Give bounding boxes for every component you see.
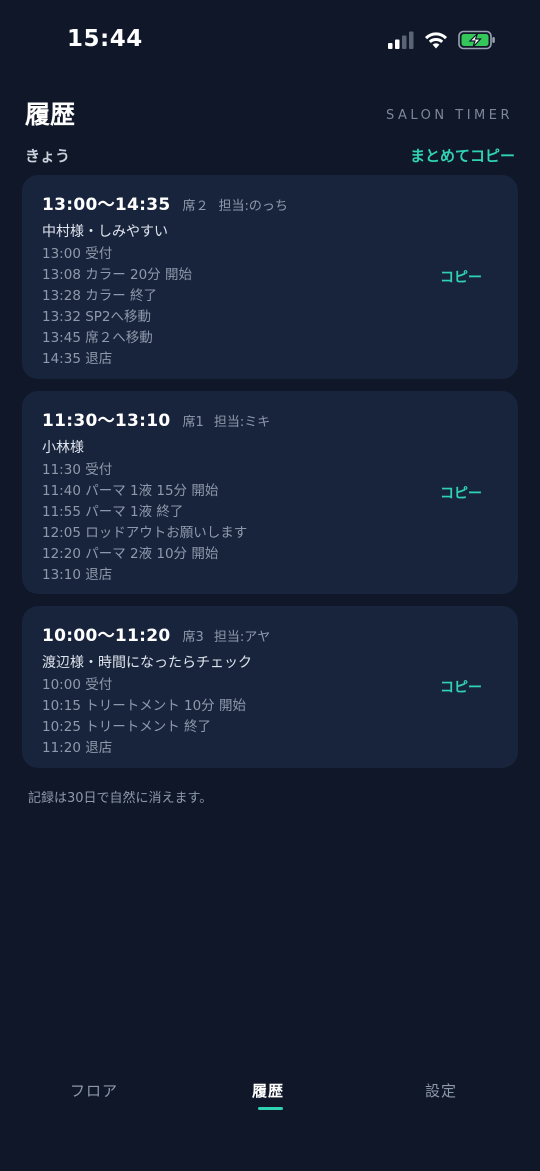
- tab-settings[interactable]: 設定: [425, 1080, 457, 1101]
- log-line: 11:55 パーマ 1液 終了: [42, 504, 184, 520]
- log-line: 11:20 退店: [42, 740, 113, 756]
- status-time: 15:44: [67, 26, 143, 52]
- log-line: 13:10 退店: [42, 567, 113, 583]
- card-log: 11:30 受付 11:40 パーマ 1液 15分 開始 11:55 パーマ 1…: [42, 460, 498, 586]
- log-line: 11:30 受付: [42, 462, 113, 478]
- tab-history[interactable]: 履歴: [252, 1080, 284, 1101]
- status-bar: 15:44: [0, 0, 540, 80]
- card-staff: 担当:ミキ: [213, 415, 271, 430]
- card-header: 10:00〜11:20 席3 担当:アヤ: [42, 621, 498, 646]
- card-staff: 担当:アヤ: [213, 630, 271, 645]
- copy-all-button[interactable]: まとめてコピー: [410, 145, 515, 166]
- bottom-tab-bar: フロア 履歴 設定: [0, 1070, 540, 1130]
- log-line: 13:00 受付: [42, 246, 113, 262]
- wifi-icon: [425, 32, 447, 49]
- card-copy-button[interactable]: コピー: [440, 483, 482, 503]
- card-copy-button[interactable]: コピー: [440, 677, 482, 697]
- log-line: 13:08 カラー 20分 開始: [42, 267, 192, 283]
- log-line: 10:00 受付: [42, 677, 113, 693]
- card-customer: 小林様: [42, 440, 84, 456]
- card-header: 13:00〜14:35 席２ 担当:のっち: [42, 190, 498, 215]
- log-line: 13:45 席２へ移動: [42, 330, 153, 346]
- history-card: 11:30〜13:10 席1 担当:ミキ 小林様 11:30 受付 11:40 …: [22, 391, 518, 594]
- battery-charging-icon: [458, 30, 495, 50]
- card-staff: 担当:のっち: [218, 199, 288, 214]
- status-icons: [388, 28, 496, 52]
- card-seat: 席1: [182, 415, 204, 430]
- card-customer: 渡辺様・時間になったらチェック: [42, 655, 252, 671]
- log-line: 12:20 パーマ 2液 10分 開始: [42, 546, 219, 562]
- log-line: 10:25 トリートメント 終了: [42, 719, 211, 735]
- log-line: 11:40 パーマ 1液 15分 開始: [42, 483, 219, 499]
- card-seat: 席3: [182, 630, 204, 645]
- log-line: 12:05 ロッドアウトお願いします: [42, 525, 248, 541]
- tab-floor[interactable]: フロア: [70, 1080, 118, 1101]
- card-seat: 席２: [182, 199, 209, 214]
- log-line: 14:35 退店: [42, 351, 113, 367]
- page-title: 履歴: [25, 100, 76, 129]
- log-line: 10:15 トリートメント 10分 開始: [42, 698, 246, 714]
- cellular-signal-icon: [388, 31, 414, 49]
- retention-note: 記録は30日で自然に消えます。: [28, 791, 213, 806]
- card-log: 10:00 受付 10:15 トリートメント 10分 開始 10:25 トリート…: [42, 675, 498, 759]
- log-line: 13:32 SP2へ移動: [42, 309, 151, 325]
- brand-label: SALON TIMER: [386, 108, 513, 123]
- section-label-today: きょう: [25, 147, 71, 165]
- card-log: 13:00 受付 13:08 カラー 20分 開始 13:28 カラー 終了 1…: [42, 244, 498, 370]
- card-time-range: 10:00〜11:20: [42, 626, 171, 646]
- card-customer: 中村様・しみやすい: [42, 224, 168, 240]
- history-card: 13:00〜14:35 席２ 担当:のっち 中村様・しみやすい 13:00 受付…: [22, 175, 518, 379]
- card-header: 11:30〜13:10 席1 担当:ミキ: [42, 406, 498, 431]
- log-line: 13:28 カラー 終了: [42, 288, 157, 304]
- history-card: 10:00〜11:20 席3 担当:アヤ 渡辺様・時間になったらチェック 10:…: [22, 606, 518, 768]
- card-time-range: 13:00〜14:35: [42, 195, 171, 215]
- active-tab-indicator: [258, 1107, 283, 1110]
- history-screen: 15:44 履歴 SALON TIMER きょう まとめてコピー 13:00〜1…: [0, 0, 540, 1171]
- card-time-range: 11:30〜13:10: [42, 411, 171, 431]
- card-copy-button[interactable]: コピー: [440, 267, 482, 287]
